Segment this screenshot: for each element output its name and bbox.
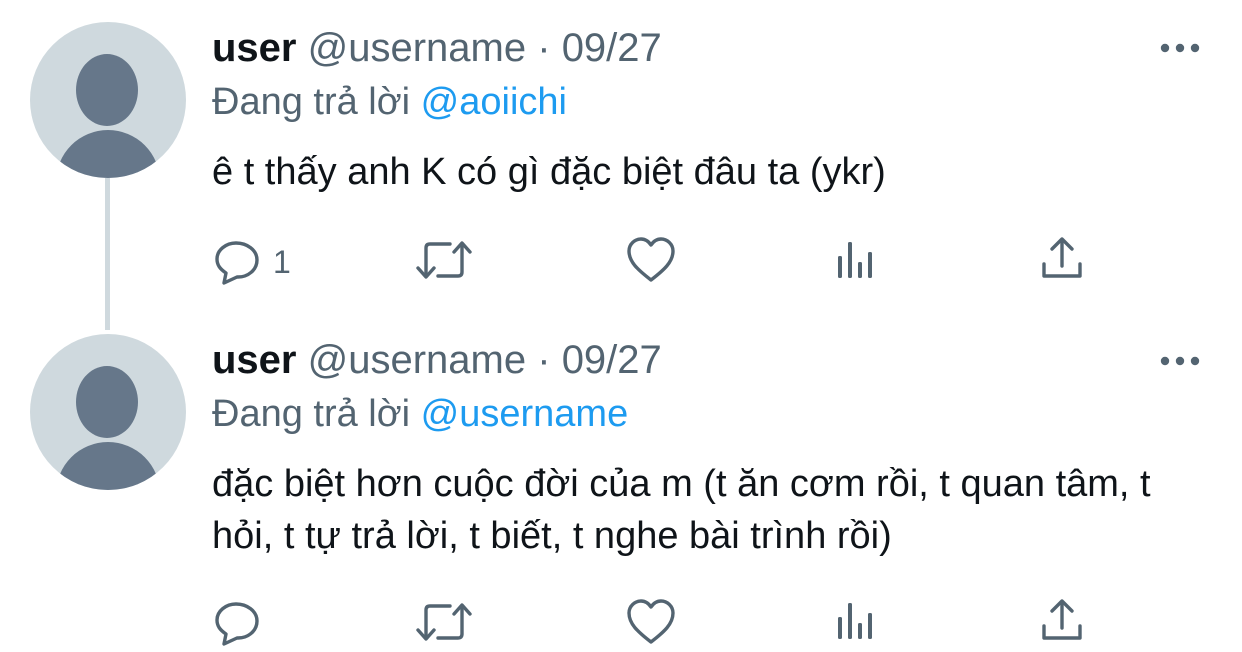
share-icon[interactable] (1040, 598, 1084, 642)
avatar-head-shape (76, 366, 138, 438)
replying-to: Đang trả lời @username (212, 392, 628, 436)
avatar[interactable] (30, 334, 186, 490)
bar-chart-icon[interactable] (835, 601, 879, 641)
display-name[interactable]: user (212, 338, 297, 382)
reply-mention-link[interactable]: @username (421, 393, 629, 435)
replying-to-label: Đang trả lời (212, 393, 411, 435)
more-horizontal-icon[interactable] (1160, 356, 1200, 366)
user-handle[interactable]: @username (308, 338, 526, 382)
tweet-date[interactable]: 09/27 (562, 338, 662, 382)
tweet-2[interactable]: user @username · 09/27 Đang trả lời @use… (0, 0, 1242, 652)
speech-bubble-icon[interactable] (214, 598, 262, 646)
avatar-body-shape (56, 442, 160, 490)
tweet-text: đặc biệt hơn cuộc đời của m (t ăn cơm rồ… (212, 463, 1151, 557)
header-separator: · (537, 338, 551, 382)
retweet-icon[interactable] (416, 598, 472, 646)
heart-icon[interactable] (626, 598, 676, 646)
tweet-header: user @username · 09/27 (212, 337, 662, 383)
